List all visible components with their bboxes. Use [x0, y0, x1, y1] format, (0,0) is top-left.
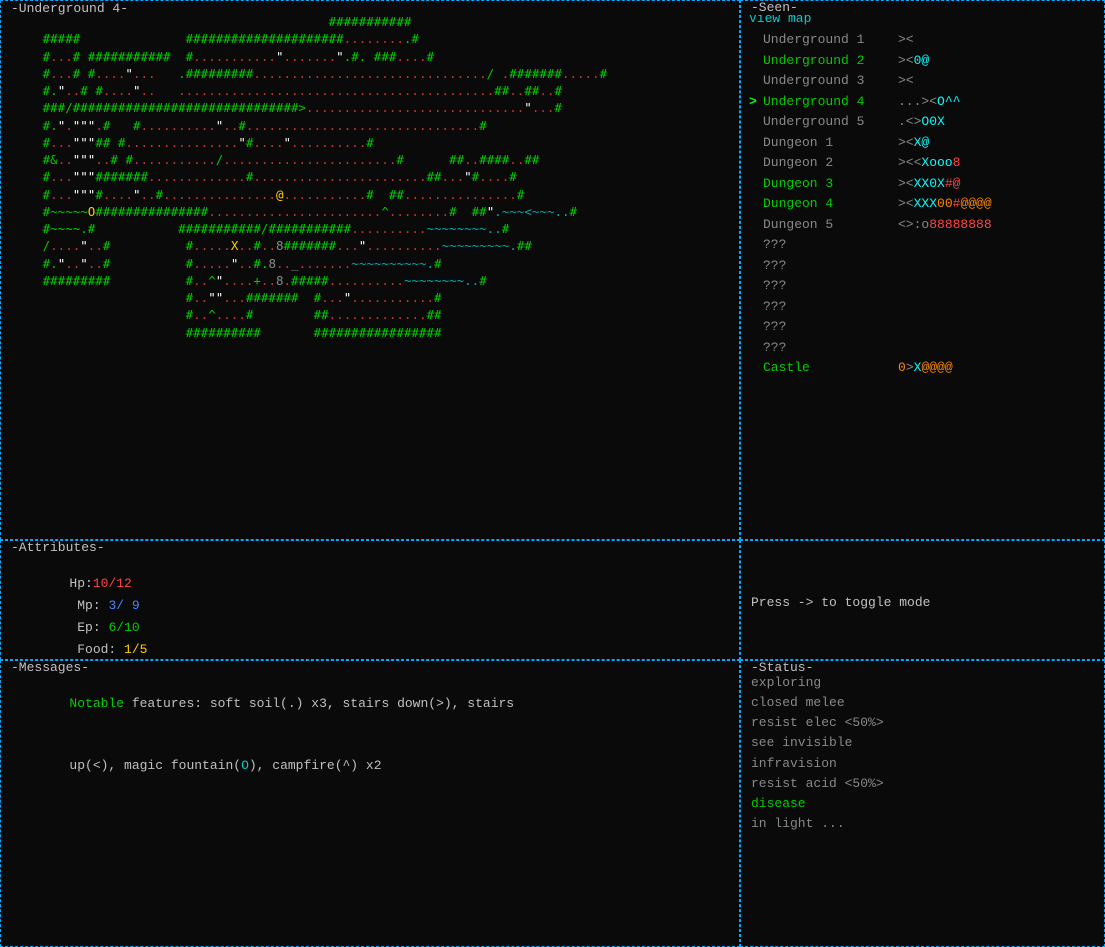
press-info: Press -> to toggle mode — [751, 595, 930, 610]
map-content: ########### ##### #####################.… — [5, 13, 735, 341]
seen-item[interactable]: > Dungeon 1 ><X@ — [749, 133, 1096, 153]
seen-item[interactable]: > Underground 2 ><0@ — [749, 51, 1096, 71]
seen-item[interactable]: > Underground 1 >< — [749, 30, 1096, 50]
messages-content: Notable features: soft soil(.) x3, stair… — [7, 673, 733, 798]
map-title: -Underground 4- — [9, 0, 130, 18]
status-item: resist acid <50%> — [751, 774, 1098, 794]
status-item: see invisible — [751, 733, 1098, 753]
status-item-disease: disease — [751, 794, 1098, 814]
seen-item[interactable]: > Dungeon 5 <>:o88888888 — [749, 215, 1096, 235]
message-line: Notable features: soft soil(.) x3, stair… — [7, 673, 733, 735]
messages-panel: -Messages- Notable features: soft soil(.… — [0, 660, 740, 947]
attributes-panel: -Attributes- Hp:10/12 Mp: 3/ 9 Ep: 6/10 … — [0, 540, 740, 660]
side-info-panel: Press -> to toggle mode — [740, 540, 1105, 660]
status-content: exploring closed melee resist elec <50%>… — [751, 673, 1098, 834]
message-line: up(<), magic fountain(O), campfire(^) x2 — [7, 735, 733, 797]
status-item: resist elec <50%> — [751, 713, 1098, 733]
seen-item[interactable]: > Underground 3 >< — [749, 71, 1096, 91]
status-title: -Status- — [749, 660, 815, 675]
messages-title: -Messages- — [9, 660, 91, 675]
attributes-title: -Attributes- — [9, 540, 107, 555]
seen-title: -Seen- — [749, 0, 800, 15]
seen-item-current[interactable]: > Underground 4 ...><O^^ — [749, 92, 1096, 112]
status-item: infravision — [751, 754, 1098, 774]
status-item: in light ... — [751, 814, 1098, 834]
seen-castle-item[interactable]: > Castle 0>X@@@@ — [749, 358, 1096, 378]
seen-item[interactable]: > Dungeon 2 ><<Xooo8 — [749, 153, 1096, 173]
seen-item[interactable]: > Underground 5 .<>O0X — [749, 112, 1096, 132]
seen-panel: -Seen- View map > Underground 1 >< > Und… — [740, 0, 1105, 540]
hp-line: Hp:10/12 Mp: 3/ 9 Ep: 6/10 Food: 1/5 Gol… — [7, 551, 733, 660]
map-panel: -Underground 4- ########### ##### ######… — [0, 0, 740, 540]
seen-item[interactable]: > Dungeon 4 ><XXX00#@@@@ — [749, 194, 1096, 214]
seen-item[interactable]: > ??? — [749, 276, 1096, 296]
seen-item[interactable]: > Dungeon 3 ><XX0X#@ — [749, 174, 1096, 194]
attributes-content: Hp:10/12 Mp: 3/ 9 Ep: 6/10 Food: 1/5 Gol… — [7, 551, 733, 660]
seen-item[interactable]: > ??? — [749, 338, 1096, 358]
seen-item[interactable]: > ??? — [749, 297, 1096, 317]
view-map-button[interactable]: View map — [749, 11, 1096, 26]
seen-item[interactable]: > ??? — [749, 235, 1096, 255]
seen-item[interactable]: > ??? — [749, 256, 1096, 276]
seen-item[interactable]: > ??? — [749, 317, 1096, 337]
status-item: closed melee — [751, 693, 1098, 713]
status-item: exploring — [751, 673, 1098, 693]
status-panel: -Status- exploring closed melee resist e… — [740, 660, 1105, 947]
